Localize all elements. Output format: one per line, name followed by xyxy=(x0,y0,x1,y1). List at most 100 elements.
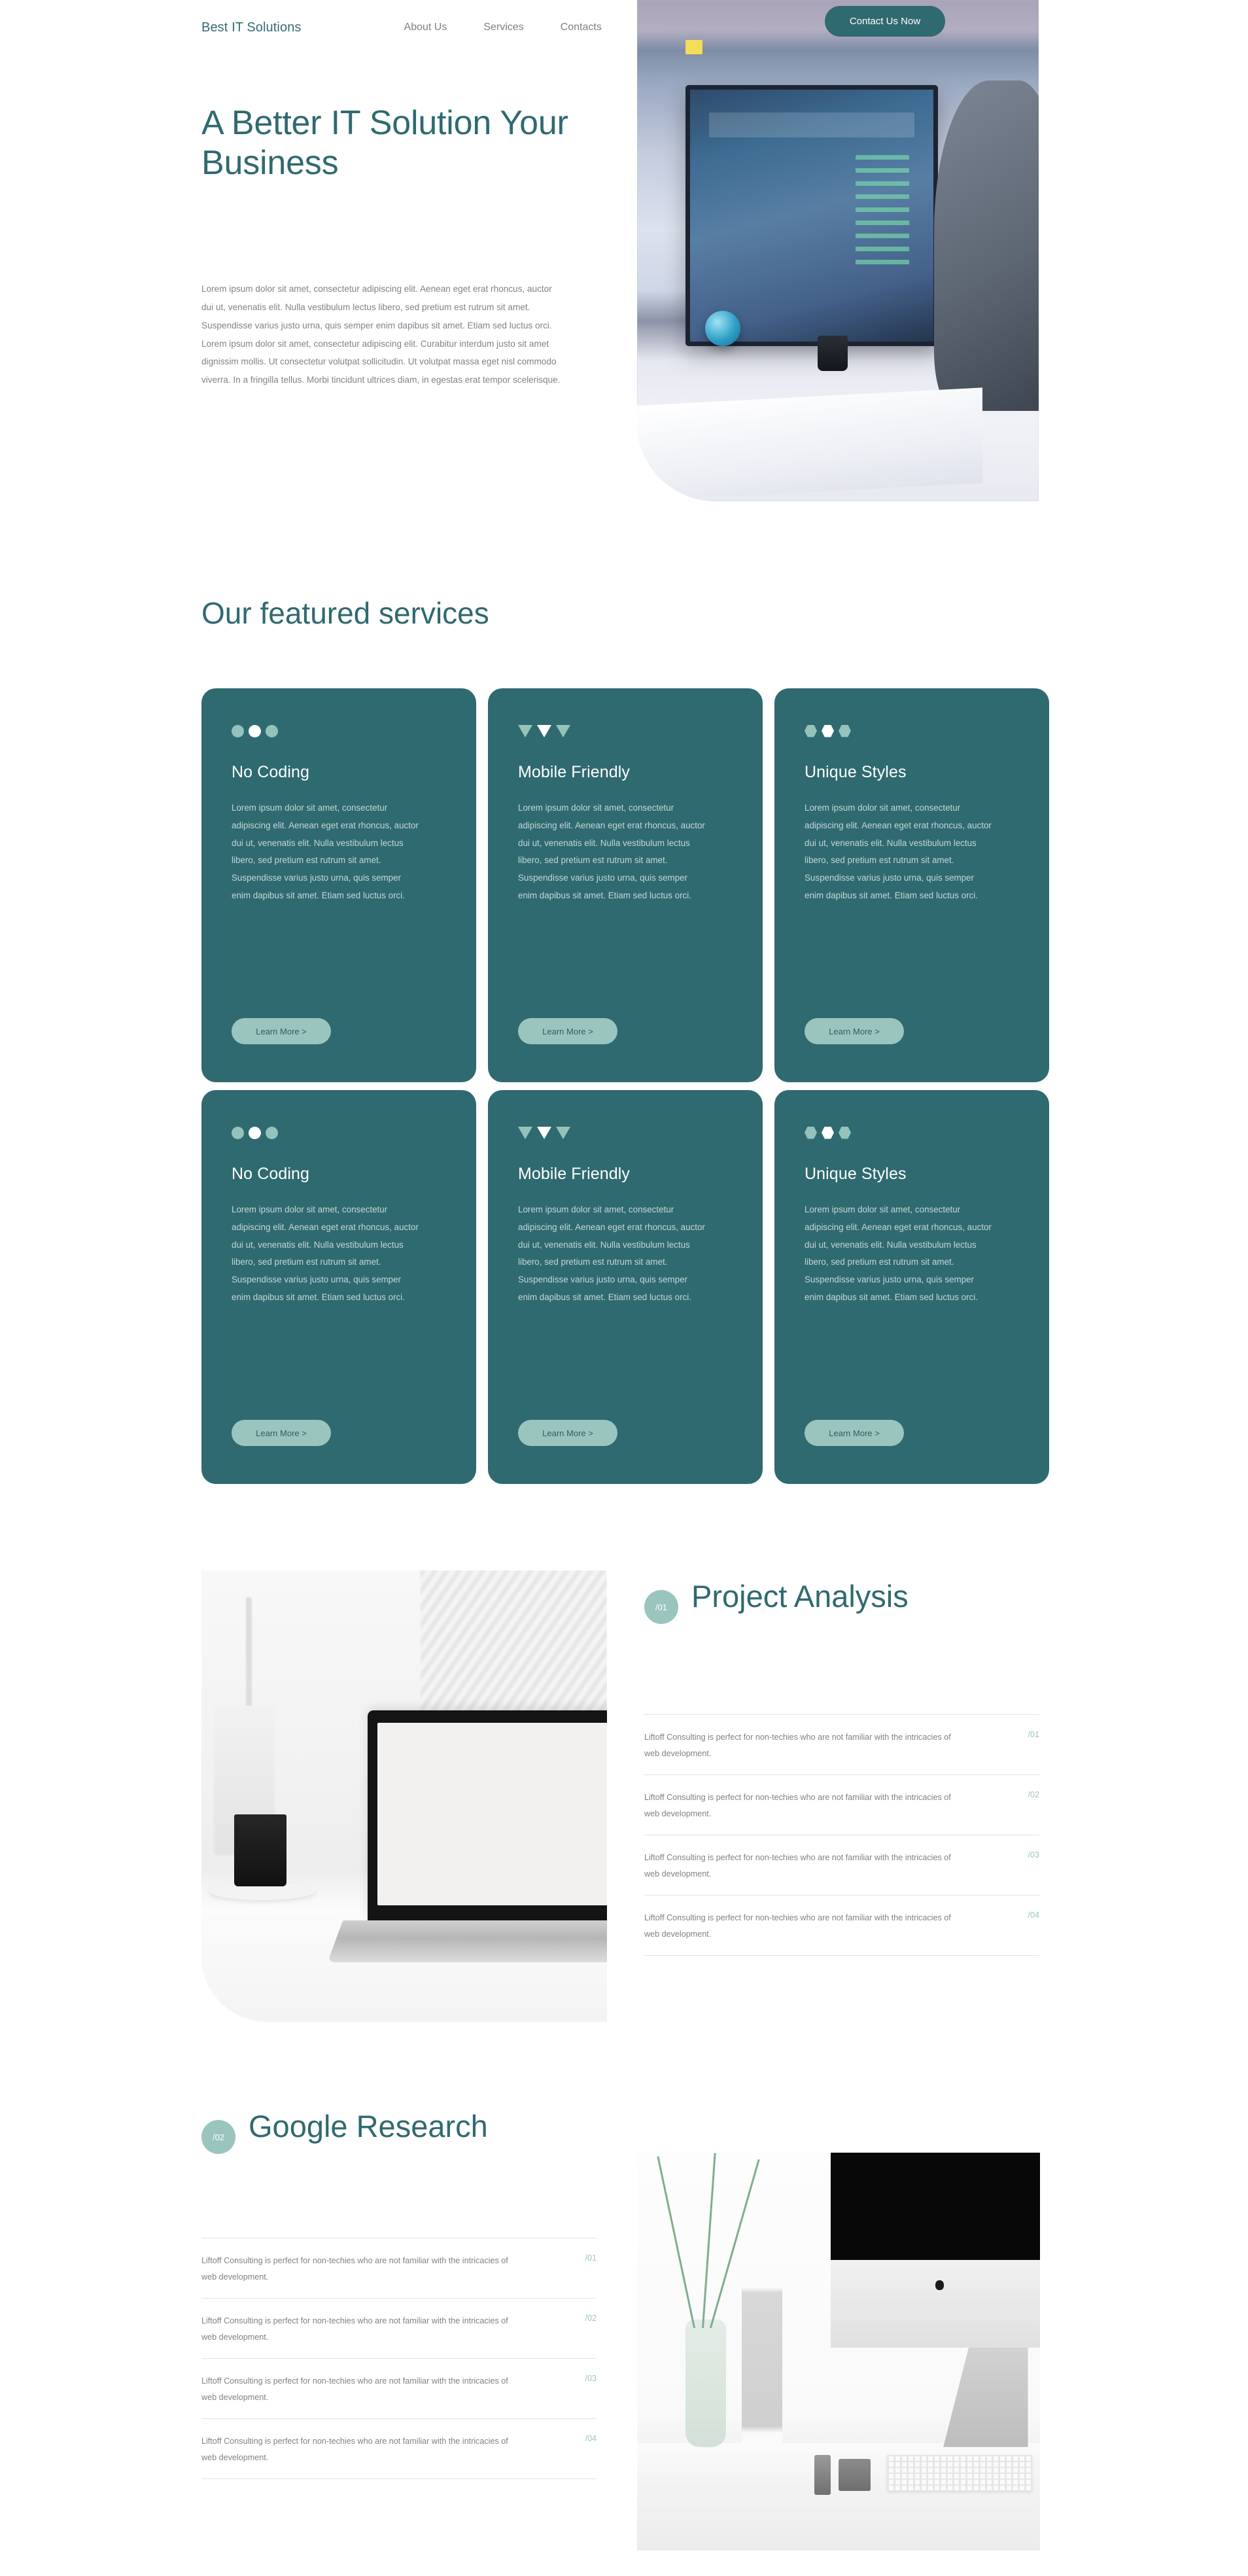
service-card-title: Mobile Friendly xyxy=(518,1165,631,1183)
list-item-text: Liftoff Consulting is perfect for non-te… xyxy=(644,1853,951,1879)
list-item-text: Liftoff Consulting is perfect for non-te… xyxy=(201,2316,508,2342)
service-card-title: No Coding xyxy=(232,763,310,781)
plant-leaf xyxy=(657,2156,696,2328)
learn-more-button[interactable]: Learn More > xyxy=(805,1018,904,1044)
service-card[interactable]: No Coding Lorem ipsum dolor sit amet, co… xyxy=(201,688,476,1082)
sonos-speaker xyxy=(742,2272,782,2447)
hexagon-icon xyxy=(839,724,851,737)
circle-icon xyxy=(266,1126,278,1139)
list-item-number: /02 xyxy=(1028,1790,1039,1800)
hexagon-icon xyxy=(805,1126,817,1139)
nav-item-about-us[interactable]: About Us xyxy=(404,22,447,33)
imac-stand xyxy=(943,2347,1028,2447)
list-item-number: /02 xyxy=(585,2314,597,2323)
hero-paragraph: Lorem ipsum dolor sit amet, consectetur … xyxy=(201,284,561,385)
service-card[interactable]: Mobile Friendly Lorem ipsum dolor sit am… xyxy=(488,1090,763,1484)
project-analysis-list: Liftoff Consulting is perfect for non-te… xyxy=(644,1714,1039,1956)
list-item[interactable]: Liftoff Consulting is perfect for non-te… xyxy=(201,2418,597,2480)
list-item[interactable]: Liftoff Consulting is perfect for non-te… xyxy=(201,2298,597,2358)
smartwatch xyxy=(814,2455,831,2495)
list-item[interactable]: Liftoff Consulting is perfect for non-te… xyxy=(644,1835,1039,1895)
triangle-icon xyxy=(518,1126,532,1139)
brand-logo[interactable]: Best IT Solutions xyxy=(201,20,302,35)
service-card-title: Mobile Friendly xyxy=(518,763,631,781)
list-item-number: /03 xyxy=(1028,1850,1039,1860)
three-circles-icon xyxy=(232,724,446,738)
triangle-icon xyxy=(537,724,551,737)
learn-more-button[interactable]: Learn More > xyxy=(232,1420,331,1446)
service-card-title: No Coding xyxy=(232,1165,310,1183)
service-card-body: Lorem ipsum dolor sit amet, consectetur … xyxy=(805,803,992,901)
smartphone xyxy=(839,2459,871,2491)
service-card[interactable]: No Coding Lorem ipsum dolor sit amet, co… xyxy=(201,1090,476,1484)
circle-icon xyxy=(232,1126,244,1139)
triangle-icon xyxy=(518,724,532,737)
list-item[interactable]: Liftoff Consulting is perfect for non-te… xyxy=(201,2238,597,2298)
list-item-text: Liftoff Consulting is perfect for non-te… xyxy=(644,1913,951,1939)
service-card-body: Lorem ipsum dolor sit amet, consectetur … xyxy=(805,1205,992,1303)
list-item-text: Liftoff Consulting is perfect for non-te… xyxy=(644,1793,951,1818)
list-item[interactable]: Liftoff Consulting is perfect for non-te… xyxy=(644,1895,1039,1956)
hero-image xyxy=(637,0,1039,501)
learn-more-button[interactable]: Learn More > xyxy=(232,1018,331,1044)
imac-photo-scene xyxy=(637,2153,1040,2550)
services-card-grid: No Coding Lorem ipsum dolor sit amet, co… xyxy=(201,688,1049,1484)
learn-more-button[interactable]: Learn More > xyxy=(518,1018,617,1044)
hexagon-icon xyxy=(839,1126,851,1139)
list-item[interactable]: Liftoff Consulting is perfect for non-te… xyxy=(644,1774,1039,1835)
list-item-number: /01 xyxy=(585,2253,597,2263)
triangle-icon xyxy=(556,724,570,737)
service-card[interactable]: Unique Styles Lorem ipsum dolor sit amet… xyxy=(774,688,1049,1082)
learn-more-button[interactable]: Learn More > xyxy=(805,1420,904,1446)
list-item-text: Liftoff Consulting is perfect for non-te… xyxy=(201,2437,508,2462)
globe-ornament xyxy=(705,310,741,346)
service-card[interactable]: Unique Styles Lorem ipsum dolor sit amet… xyxy=(774,1090,1049,1484)
list-item-text: Liftoff Consulting is perfect for non-te… xyxy=(201,2256,508,2282)
person-silhouette xyxy=(934,80,1039,412)
primary-nav: About Us Services Contacts xyxy=(404,22,602,33)
google-research-list: Liftoff Consulting is perfect for non-te… xyxy=(201,2238,597,2480)
imac-screen xyxy=(830,2153,1040,2261)
hexagon-icon xyxy=(822,1126,834,1139)
list-item[interactable]: Liftoff Consulting is perfect for non-te… xyxy=(201,2358,597,2418)
three-circles-icon xyxy=(232,1125,446,1140)
nav-item-services[interactable]: Services xyxy=(483,22,523,33)
desk-papers xyxy=(637,387,983,501)
sticky-note xyxy=(685,40,702,55)
laptop-screen xyxy=(368,1710,607,1923)
hexagon-icon xyxy=(805,724,817,737)
list-item[interactable]: Liftoff Consulting is perfect for non-te… xyxy=(644,1714,1039,1774)
three-triangles-icon xyxy=(518,1125,733,1140)
nav-item-contacts[interactable]: Contacts xyxy=(561,22,602,33)
list-item-text: Liftoff Consulting is perfect for non-te… xyxy=(201,2376,508,2402)
section-title: Project Analysis xyxy=(691,1579,909,1614)
circle-icon xyxy=(266,724,278,737)
monitor-screen xyxy=(685,85,939,346)
learn-more-button[interactable]: Learn More > xyxy=(518,1420,617,1446)
coffee-mug xyxy=(818,336,848,372)
three-triangles-icon xyxy=(518,724,733,738)
circle-icon xyxy=(249,1126,261,1139)
hero-title: A Better IT Solution Your Business xyxy=(201,104,568,182)
laptop-keyboard-base xyxy=(327,1920,607,1963)
service-card-body: Lorem ipsum dolor sit amet, consectetur … xyxy=(232,803,419,901)
service-card-body: Lorem ipsum dolor sit amet, consectetur … xyxy=(518,1205,705,1303)
glass-vase xyxy=(685,2320,726,2447)
list-item-number: /04 xyxy=(1028,1911,1039,1920)
hexagon-icon xyxy=(822,724,834,737)
list-item-number: /04 xyxy=(585,2434,597,2444)
contact-us-now-button[interactable]: Contact Us Now xyxy=(825,6,945,37)
service-card-title: Unique Styles xyxy=(805,763,907,781)
triangle-icon xyxy=(556,1126,570,1139)
service-card[interactable]: Mobile Friendly Lorem ipsum dolor sit am… xyxy=(488,688,763,1082)
black-mug xyxy=(234,1814,287,1886)
section-number-badge: /01 xyxy=(644,1590,678,1624)
circle-icon xyxy=(249,724,261,737)
list-item-text: Liftoff Consulting is perfect for non-te… xyxy=(644,1733,951,1758)
project-analysis-image xyxy=(201,1570,607,2022)
service-card-body: Lorem ipsum dolor sit amet, consectetur … xyxy=(232,1205,419,1303)
project-analysis-heading: /01 Project Analysis xyxy=(644,1578,953,1624)
three-hexagons-icon xyxy=(805,724,1019,738)
apple-logo-icon xyxy=(935,2280,944,2290)
google-research-heading: /02 Google Research xyxy=(201,2108,510,2154)
